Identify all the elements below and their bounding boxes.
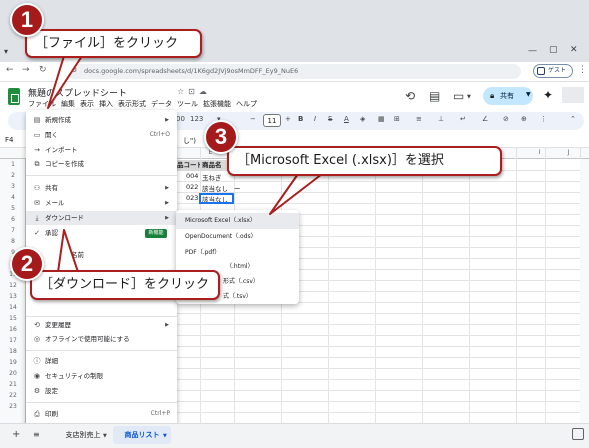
- step-3-badge: 3: [204, 120, 238, 154]
- callout-2-pointer: [57, 229, 79, 273]
- step-1-badge: 1: [10, 3, 44, 37]
- callout-3-pointer: [269, 173, 323, 215]
- callout-1-pointer: [47, 55, 83, 109]
- callout-step-3: ［Microsoft Excel (.xlsx)］を選択: [227, 146, 502, 176]
- callout-step-1: ［ファイル］をクリック: [25, 29, 202, 58]
- step-2-badge: 2: [10, 247, 44, 281]
- callout-pointers: [47, 55, 323, 273]
- callout-step-2: ［ダウンロード］をクリック: [30, 270, 220, 300]
